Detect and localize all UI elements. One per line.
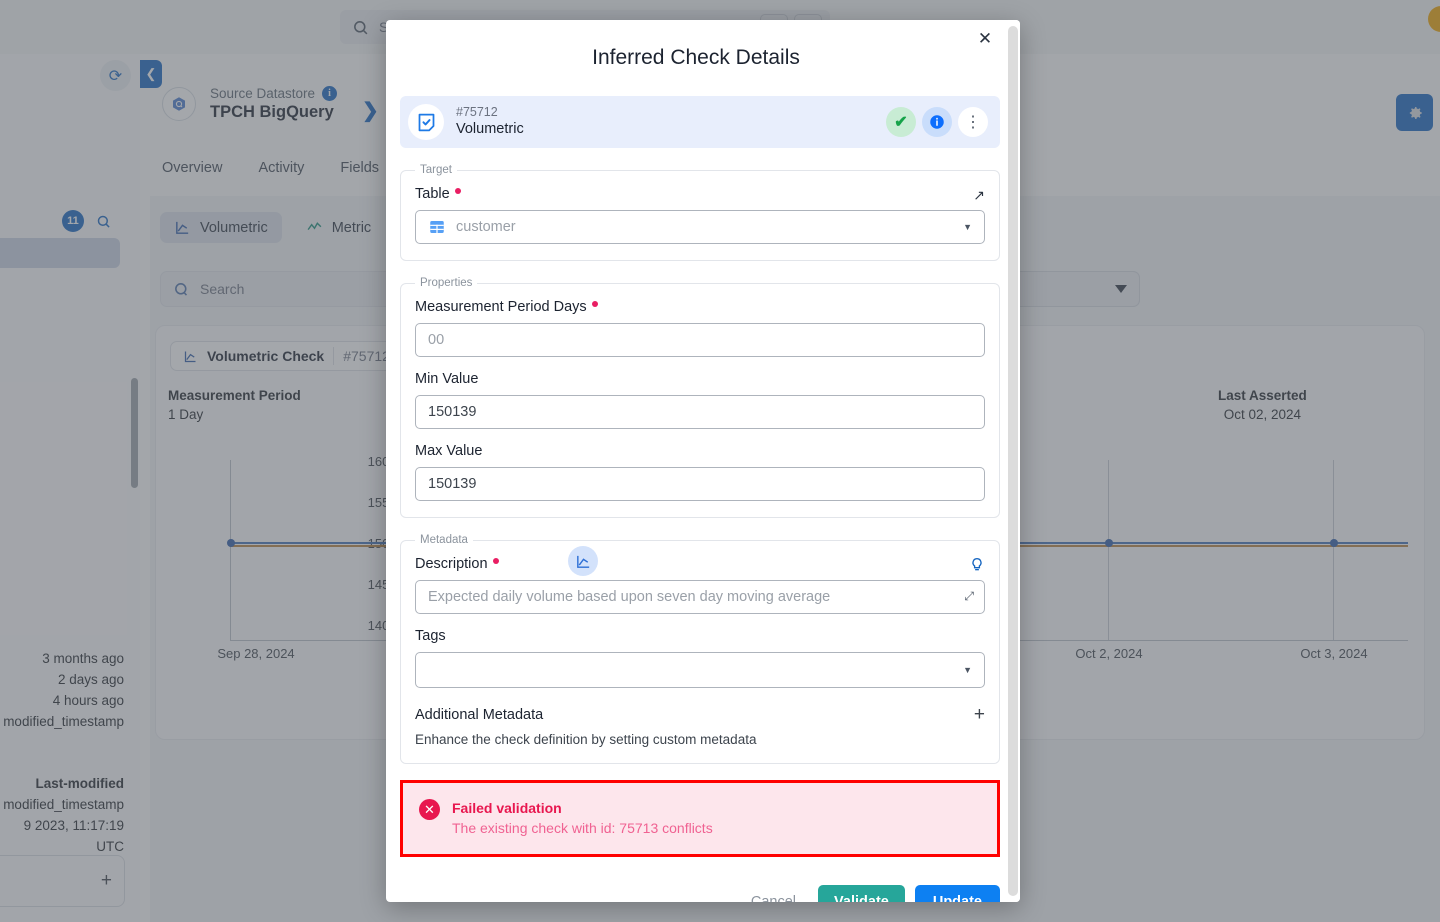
additional-metadata-sub: Enhance the check definition by setting … <box>415 732 757 747</box>
volumetric-chart-icon[interactable] <box>568 546 598 576</box>
lightbulb-icon <box>972 557 982 571</box>
max-value-label: Max Value <box>415 443 483 459</box>
metadata-legend: Metadata <box>420 534 468 546</box>
check-name: Volumetric <box>456 121 524 137</box>
update-button[interactable]: Update <box>914 885 1000 902</box>
table-label: Table <box>415 186 450 202</box>
target-section: Target Table ↗ customer ▼ <box>400 164 1000 261</box>
description-label-row: Description <box>415 556 499 572</box>
open-external-icon[interactable]: ↗ <box>973 188 985 202</box>
plus-icon[interactable]: + <box>974 704 985 726</box>
description-value: Expected daily volume based upon seven d… <box>428 589 831 605</box>
page-title: Inferred Check Details <box>592 46 800 69</box>
measurement-period-days-value: 00 <box>428 332 445 348</box>
properties-legend: Properties <box>420 277 473 289</box>
modal-scrollbar-thumb[interactable] <box>1008 26 1018 896</box>
check-id: #75712 <box>456 105 498 119</box>
status-ok-icon[interactable]: ✔ <box>886 107 916 137</box>
table-icon <box>430 221 444 233</box>
more-options-icon[interactable]: ⋮ <box>958 107 988 137</box>
table-label-row: Table <box>415 186 461 202</box>
modal-scrollbar-track[interactable] <box>1006 20 1020 902</box>
cancel-button[interactable]: Cancel <box>739 886 808 902</box>
info-icon <box>930 115 944 129</box>
info-icon[interactable] <box>922 107 952 137</box>
table-value: customer <box>456 219 516 235</box>
error-title: Failed validation <box>452 800 562 816</box>
check-summary-header: #75712 Volumetric ✔ ⋮ <box>400 96 1000 576</box>
measurement-period-days-input[interactable]: 00 <box>415 323 985 357</box>
measurement-period-days-label-row: Measurement Period Days <box>415 299 985 315</box>
max-value-input[interactable]: 150139 <box>415 467 985 501</box>
properties-section: Properties Measurement Period Days 00 Mi… <box>400 277 1000 518</box>
target-legend: Target <box>420 164 452 176</box>
table-select[interactable]: customer ▼ <box>415 210 985 244</box>
expand-textarea-icon[interactable]: ⤢ <box>964 589 974 604</box>
lightbulb-icon[interactable] <box>969 556 985 579</box>
min-value-text: 150139 <box>428 404 477 420</box>
min-value-label: Min Value <box>415 371 479 387</box>
required-indicator <box>591 300 598 307</box>
validate-button[interactable]: Validate <box>818 885 905 902</box>
error-circle-icon: ✕ <box>419 799 440 820</box>
chevron-down-icon: ▼ <box>963 665 972 675</box>
tags-label: Tags <box>415 628 446 644</box>
description-input[interactable]: Expected daily volume based upon seven d… <box>415 580 985 614</box>
table-icon <box>428 218 446 236</box>
required-indicator <box>492 557 499 564</box>
chevron-down-icon: ▼ <box>963 222 972 232</box>
inferred-check-details-dialog: ✕ Inferred Check Details #75712 Volumetr… <box>386 20 1020 902</box>
description-label: Description <box>415 556 488 572</box>
additional-metadata-row: Additional Metadata + <box>415 704 985 726</box>
dialog-footer: Cancel Validate Update <box>400 885 1000 902</box>
required-indicator <box>454 187 461 194</box>
tags-select[interactable]: ▼ <box>415 652 985 688</box>
min-value-input[interactable]: 150139 <box>415 395 985 429</box>
max-value-text: 150139 <box>428 476 477 492</box>
check-document-icon <box>408 104 444 140</box>
volumetric-chart-icon <box>576 555 589 568</box>
metadata-section: Metadata Description Expected daily volu… <box>400 534 1000 764</box>
check-document-icon <box>418 113 434 131</box>
validation-error-banner: ✕ Failed validation The existing check w… <box>400 780 1000 857</box>
check-actions: ✔ ⋮ <box>568 107 988 576</box>
measurement-period-days-label: Measurement Period Days <box>415 299 587 315</box>
additional-metadata-label: Additional Metadata <box>415 707 544 723</box>
error-message: The existing check with id: 75713 confli… <box>452 820 713 836</box>
